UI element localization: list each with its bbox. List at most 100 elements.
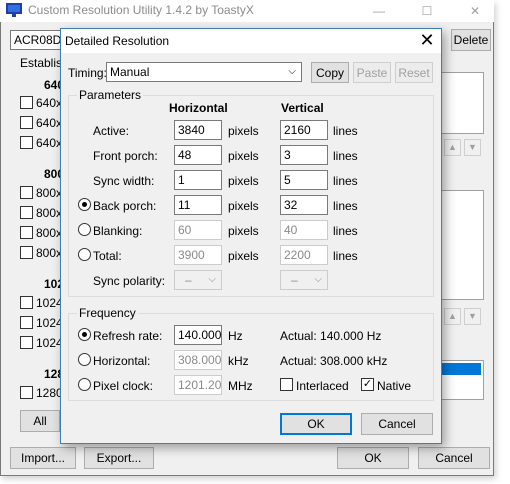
resolution-checkbox[interactable] (20, 246, 33, 259)
h-unit: pixels (228, 174, 259, 188)
v-active-input[interactable]: 2160 (280, 120, 328, 140)
dialog-cancel-button[interactable]: Cancel (361, 413, 433, 435)
resolution-label: 640x (36, 96, 63, 110)
v-sync-width-input[interactable]: 5 (280, 170, 328, 190)
native-checkbox[interactable]: ✓ (361, 378, 374, 391)
resolution-label: 800x (36, 186, 63, 200)
parameters-group-label: Parameters (77, 88, 144, 102)
resolution-label: 800x (36, 206, 63, 220)
selected-list-item[interactable] (441, 363, 481, 375)
h-sync-width-input[interactable]: 1 (174, 170, 222, 190)
v-total-input[interactable]: 2200 (280, 245, 328, 265)
close-icon[interactable]: ✕ (452, 0, 498, 22)
main-window-title: Custom Resolution Utility 1.4.2 by Toast… (28, 3, 254, 17)
interlaced-checkbox[interactable] (280, 378, 293, 391)
minimize-icon[interactable]: — (356, 0, 402, 22)
resolution-label: 640x (36, 116, 63, 130)
resolution-checkbox[interactable] (20, 186, 33, 199)
total-label: Total: (93, 249, 122, 263)
main-cancel-button[interactable]: Cancel (418, 447, 490, 469)
h-total-input[interactable]: 3900 (174, 245, 222, 265)
move-up-icon[interactable]: ▲ (444, 139, 461, 156)
resolution-checkbox[interactable] (20, 136, 33, 149)
dialog-title-bar: Detailed Resolution ✕ (61, 29, 441, 53)
resolution-checkbox[interactable] (20, 336, 33, 349)
horizontal-freq-input[interactable]: 308.000 (174, 350, 222, 370)
export-button[interactable]: Export... (84, 447, 154, 469)
main-title-bar: Custom Resolution Utility 1.4.2 by Toast… (0, 0, 494, 22)
all-button[interactable]: All (20, 410, 60, 432)
refresh-rate-label: Refresh rate: (93, 329, 163, 343)
delete-button[interactable]: Delete (451, 29, 491, 51)
back-porch-radio[interactable] (78, 198, 91, 211)
import-button[interactable]: Import... (10, 447, 76, 469)
maximize-icon[interactable]: ☐ (404, 0, 450, 22)
chevron-down-icon: ⌵ (314, 274, 322, 285)
monitor-icon (6, 3, 22, 17)
horizontal-actual: Actual: 308.000 kHz (280, 354, 388, 368)
dialog-ok-button[interactable]: OK (280, 413, 352, 435)
move-up-icon[interactable]: ▲ (444, 308, 461, 325)
blanking-label: Blanking: (93, 224, 143, 238)
blanking-radio[interactable] (78, 223, 91, 236)
chevron-down-icon: ⌵ (208, 274, 216, 285)
horizontal-header: Horizontal (169, 101, 228, 115)
main-ok-button[interactable]: OK (337, 447, 409, 469)
pixel-clock-radio[interactable] (78, 378, 91, 391)
resolution-label: 1024 (36, 316, 63, 330)
refresh-unit: Hz (228, 329, 243, 343)
resolution-label: 1024 (36, 336, 63, 350)
frequency-group-label: Frequency (77, 306, 138, 320)
v-back-porch-input[interactable]: 32 (280, 195, 328, 215)
v-unit: lines (333, 149, 358, 163)
resolution-checkbox[interactable] (20, 116, 33, 129)
dialog-title: Detailed Resolution (65, 34, 170, 48)
detailed-resolutions-list[interactable] (438, 72, 484, 134)
close-icon[interactable]: ✕ (417, 30, 437, 50)
h-back-porch-input[interactable]: 11 (174, 195, 222, 215)
horizontal-freq-radio[interactable] (78, 353, 91, 366)
h-unit: pixels (228, 224, 259, 238)
monitor-combo[interactable]: ACR08DE (10, 30, 69, 50)
refresh-rate-input[interactable]: 140.000 (174, 325, 222, 345)
h-unit: pixels (228, 124, 259, 138)
standard-resolutions-list[interactable] (438, 190, 484, 300)
h-active-input[interactable]: 3840 (174, 120, 222, 140)
vertical-header: Vertical (281, 101, 324, 115)
horizontal-unit: kHz (228, 354, 249, 368)
interlaced-label: Interlaced (296, 379, 349, 393)
reset-button[interactable]: Reset (395, 62, 433, 83)
h-blanking-input[interactable]: 60 (174, 220, 222, 240)
v-polarity-combo[interactable]: – ⌵ (280, 270, 328, 290)
v-unit: lines (333, 249, 358, 263)
v-blanking-input[interactable]: 40 (280, 220, 328, 240)
resolution-checkbox[interactable] (20, 206, 33, 219)
resolution-checkbox[interactable] (20, 296, 33, 309)
move-down-icon[interactable]: ▼ (464, 139, 481, 156)
refresh-rate-radio[interactable] (78, 328, 91, 341)
timing-combo[interactable]: Manual ⌵ (106, 62, 302, 82)
h-polarity-combo[interactable]: – ⌵ (174, 270, 222, 290)
copy-button[interactable]: Copy (311, 62, 349, 83)
resolution-checkbox[interactable] (20, 386, 33, 399)
v-front-porch-input[interactable]: 3 (280, 145, 328, 165)
move-down-icon[interactable]: ▼ (464, 308, 481, 325)
established-label: Establis (20, 56, 63, 70)
h-front-porch-input[interactable]: 48 (174, 145, 222, 165)
extension-blocks-list[interactable] (438, 360, 484, 400)
total-radio[interactable] (78, 248, 91, 261)
paste-button[interactable]: Paste (353, 62, 391, 83)
native-label: Native (377, 379, 412, 393)
sync-polarity-label: Sync polarity: (93, 274, 166, 288)
h-unit: pixels (228, 149, 259, 163)
resolution-checkbox[interactable] (20, 96, 33, 109)
resolution-checkbox[interactable] (20, 316, 33, 329)
v-unit: lines (333, 124, 358, 138)
front-porch-label: Front porch: (93, 149, 158, 163)
refresh-actual: Actual: 140.000 Hz (280, 329, 382, 343)
resolution-checkbox[interactable] (20, 226, 33, 239)
timing-label: Timing: (68, 66, 107, 80)
v-unit: lines (333, 224, 358, 238)
resolution-label: 1280 (36, 386, 63, 400)
pixel-clock-input[interactable]: 1201.20 (174, 375, 222, 395)
